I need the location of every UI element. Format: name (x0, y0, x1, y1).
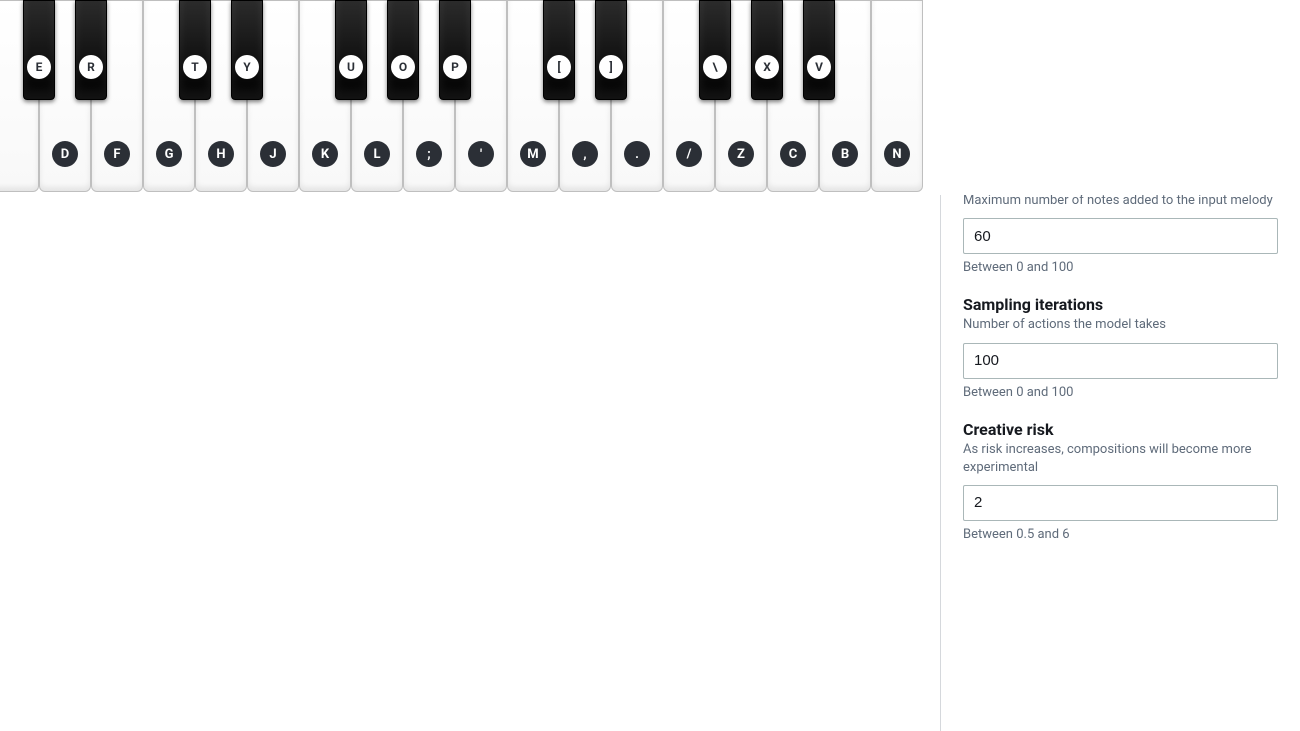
key-label: C (780, 141, 806, 167)
key-label: . (624, 141, 650, 167)
key-label: B (832, 141, 858, 167)
key-label: \ (703, 55, 727, 79)
black-key[interactable]: Y (231, 0, 263, 100)
black-key[interactable]: [ (543, 0, 575, 100)
black-key[interactable]: R (75, 0, 107, 100)
black-key[interactable]: O (387, 0, 419, 100)
black-key[interactable]: V (803, 0, 835, 100)
param-label: Sampling iterations (963, 295, 1278, 314)
key-label: K (312, 141, 338, 167)
param-hint: Between 0.5 and 6 (963, 527, 1278, 542)
key-label: Y (235, 55, 259, 79)
param-hint: Between 0 and 100 (963, 260, 1278, 275)
key-label: ] (599, 55, 623, 79)
creative-risk-input[interactable] (963, 485, 1278, 521)
param-hint: Between 0 and 100 (963, 385, 1278, 400)
key-label: E (27, 55, 51, 79)
key-label: ' (468, 141, 494, 167)
white-key[interactable]: N (871, 0, 923, 192)
param-label: Creative risk (963, 420, 1278, 439)
piano: DFGHJKL; ' M,. / ZCBN E R T Y U O P [] \ X V (0, 0, 1300, 195)
keyboard-area: DFGHJKL; ' M,. / ZCBN E R T Y U O P [] \ X V (0, 0, 940, 731)
black-key[interactable]: ] (595, 0, 627, 100)
key-label: [ (547, 55, 571, 79)
key-label: O (391, 55, 415, 79)
key-label: G (156, 141, 182, 167)
key-label: T (183, 55, 207, 79)
param-creative-risk: Creative risk As risk increases, composi… (963, 420, 1278, 542)
black-key[interactable]: T (179, 0, 211, 100)
key-label: P (443, 55, 467, 79)
param-desc: As risk increases, compositions will bec… (963, 441, 1278, 477)
key-label: D (52, 141, 78, 167)
key-label: L (364, 141, 390, 167)
key-label: V (807, 55, 831, 79)
key-label: X (755, 55, 779, 79)
key-label: R (79, 55, 103, 79)
key-label: H (208, 141, 234, 167)
param-sampling-iterations: Sampling iterations Number of actions th… (963, 295, 1278, 399)
black-key[interactable]: \ (699, 0, 731, 100)
key-label: U (339, 55, 363, 79)
key-label: , (572, 141, 598, 167)
black-key[interactable]: X (751, 0, 783, 100)
key-label: Z (728, 141, 754, 167)
black-key[interactable]: P (439, 0, 471, 100)
sampling-iterations-input[interactable] (963, 343, 1278, 379)
key-label: / (676, 141, 702, 167)
key-label: ; (416, 141, 442, 167)
key-label: N (884, 141, 910, 167)
key-label: F (104, 141, 130, 167)
black-key[interactable]: U (335, 0, 367, 100)
param-desc: Number of actions the model takes (963, 316, 1278, 334)
max-add-input[interactable] (963, 218, 1278, 254)
black-key[interactable]: E (23, 0, 55, 100)
key-label: M (520, 141, 546, 167)
key-label: J (260, 141, 286, 167)
